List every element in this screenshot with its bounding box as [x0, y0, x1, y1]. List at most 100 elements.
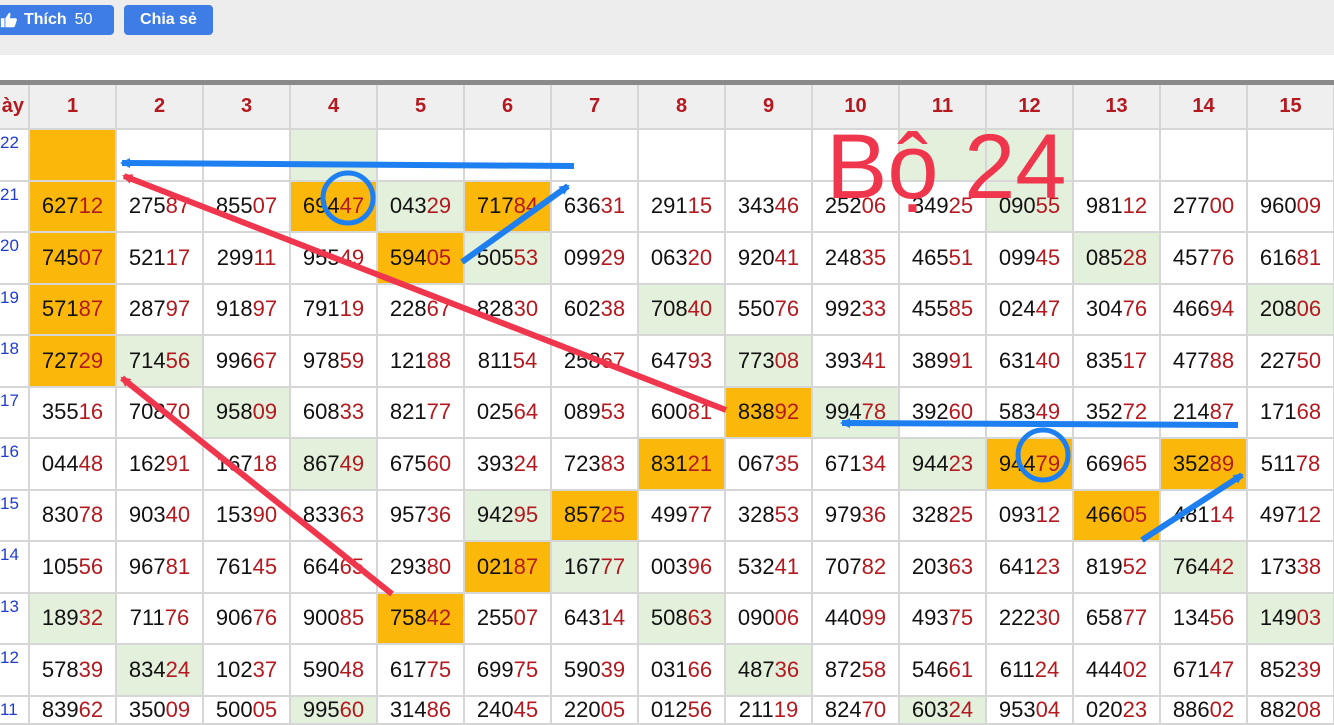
- like-button[interactable]: Thích 50: [0, 5, 114, 35]
- cell-prefix: 594: [389, 244, 427, 270]
- table-cell: [291, 130, 378, 182]
- table-cell: 497 12: [1248, 490, 1334, 542]
- column-header-10: 10: [813, 85, 900, 130]
- cell-last-two-digits: 76: [774, 296, 800, 322]
- table-cell: 167 77: [552, 542, 639, 594]
- cell-prefix: 852: [1259, 656, 1297, 682]
- cell-prefix: 508: [650, 605, 688, 631]
- cell-last-two-digits: 64: [513, 399, 539, 425]
- cell-prefix: 944: [911, 450, 949, 476]
- table-cell: [465, 130, 552, 182]
- table-cell: 508 63: [639, 593, 726, 645]
- cell-prefix: 203: [911, 553, 949, 579]
- cell-prefix: 024: [998, 296, 1036, 322]
- row-day-label: 18: [0, 336, 30, 388]
- cell-last-two-digits: 30: [1035, 605, 1061, 631]
- cell-prefix: 248: [824, 244, 862, 270]
- cell-prefix: 608: [302, 399, 340, 425]
- cell-prefix: 658: [1085, 605, 1123, 631]
- cell-last-two-digits: 33: [339, 399, 365, 425]
- table-cell: 723 83: [552, 439, 639, 491]
- cell-prefix: 293: [389, 553, 427, 579]
- cell-prefix: 505: [476, 244, 514, 270]
- table-cell: 590 48: [291, 645, 378, 697]
- cell-last-two-digits: 14: [600, 605, 626, 631]
- cell-prefix: 255: [476, 605, 514, 631]
- cell-prefix: 920: [737, 244, 775, 270]
- table-cell: 953 04: [987, 696, 1074, 725]
- table-cell: 603 24: [900, 696, 987, 725]
- cell-last-two-digits: 76: [1122, 296, 1148, 322]
- cell-prefix: 627: [41, 193, 79, 219]
- cell-last-two-digits: 56: [165, 347, 191, 373]
- cell-prefix: 944: [998, 450, 1036, 476]
- cell-last-two-digits: 63: [687, 605, 713, 631]
- cell-prefix: 208: [1259, 296, 1297, 322]
- cell-prefix: 616: [1259, 244, 1297, 270]
- cell-prefix: 838: [737, 399, 775, 425]
- cell-prefix: 105: [41, 553, 79, 579]
- table-cell: 550 76: [726, 284, 813, 336]
- table-cell: 546 61: [900, 645, 987, 697]
- cell-prefix: 389: [911, 347, 949, 373]
- cell-prefix: 727: [41, 347, 79, 373]
- row-day-label: 21: [0, 181, 30, 233]
- cell-prefix: 455: [911, 296, 949, 322]
- cell-last-two-digits: 17: [165, 244, 191, 270]
- share-button[interactable]: Chia sẻ: [124, 5, 213, 35]
- table-cell: 487 36: [726, 645, 813, 697]
- cell-prefix: 942: [476, 502, 514, 528]
- cell-last-two-digits: 82: [861, 553, 887, 579]
- row-day-label: 13: [0, 593, 30, 645]
- cell-last-two-digits: 41: [774, 553, 800, 579]
- column-header-15: 15: [1248, 85, 1334, 130]
- cell-prefix: 031: [650, 656, 688, 682]
- cell-last-two-digits: 63: [339, 502, 365, 528]
- table-cell: 664 65: [291, 542, 378, 594]
- cell-last-two-digits: 42: [426, 605, 452, 631]
- cell-prefix: 903: [128, 502, 166, 528]
- row-day-label: 19: [0, 284, 30, 336]
- cell-prefix: 277: [1172, 193, 1210, 219]
- cell-prefix: 352: [1172, 450, 1210, 476]
- table-cell: 466 94: [1161, 284, 1248, 336]
- table-cell: 714 56: [117, 336, 204, 388]
- table-cell: 906 76: [204, 593, 291, 645]
- table-cell: 043 29: [378, 181, 465, 233]
- cell-prefix: 440: [824, 605, 862, 631]
- table-cell: 958 09: [204, 387, 291, 439]
- cell-last-two-digits: 06: [1296, 296, 1322, 322]
- cell-prefix: 967: [128, 553, 166, 579]
- table-cell: [30, 130, 117, 182]
- table-cell: 153 90: [204, 490, 291, 542]
- table-cell: 903 40: [117, 490, 204, 542]
- cell-prefix: 328: [911, 502, 949, 528]
- cell-last-two-digits: 25: [948, 502, 974, 528]
- table-cell: 228 67: [378, 284, 465, 336]
- cell-last-two-digits: 45: [1035, 244, 1061, 270]
- row-day-label: 16: [0, 439, 30, 491]
- cell-last-two-digits: 65: [339, 553, 365, 579]
- table-cell: 821 77: [378, 387, 465, 439]
- cell-prefix: 900: [302, 605, 340, 631]
- table-cell: 979 36: [813, 490, 900, 542]
- table-cell: 258 67: [552, 336, 639, 388]
- table-cell: 855 07: [204, 181, 291, 233]
- table-cell: 134 56: [1161, 593, 1248, 645]
- cell-prefix: 228: [389, 296, 427, 322]
- cell-prefix: 708: [650, 296, 688, 322]
- cell-last-two-digits: 19: [339, 296, 365, 322]
- table-cell: 208 06: [1248, 284, 1334, 336]
- table-cell: 590 39: [552, 645, 639, 697]
- cell-prefix: 745: [41, 244, 79, 270]
- table-cell: 255 07: [465, 593, 552, 645]
- cell-last-two-digits: 84: [513, 193, 539, 219]
- table-cell: 031 66: [639, 645, 726, 697]
- column-header-12: 12: [987, 85, 1074, 130]
- table-cell: 944 23: [900, 439, 987, 491]
- cell-last-two-digits: 47: [1209, 656, 1235, 682]
- cell-last-two-digits: 35: [861, 244, 887, 270]
- cell-last-two-digits: 99: [861, 605, 887, 631]
- cell-prefix: 918: [215, 296, 253, 322]
- cell-prefix: 044: [41, 450, 79, 476]
